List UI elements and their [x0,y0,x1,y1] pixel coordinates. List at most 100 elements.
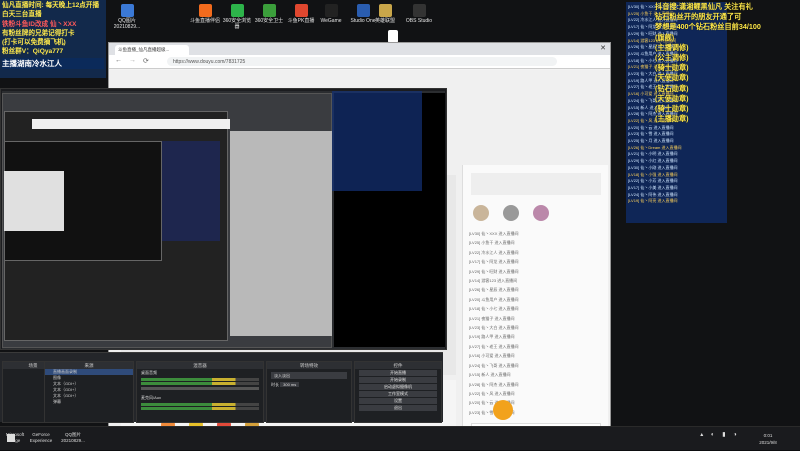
dock-title: 来源 [45,362,133,369]
info-line: 铁粉斗鱼ID改成 仙丶XXX [2,20,77,28]
control-button[interactable]: 开始录制 [359,377,437,383]
duration-label: 时长 [271,382,279,387]
taskbar-qq-image[interactable]: QQ图片 20210829... [56,427,90,451]
page-chat-message: [LV22] 冷水江人 进入直播间 [469,249,519,255]
danmaku-message: [LV30] 仙丶小刚 进入直播间 [628,164,678,170]
app-icon [120,4,134,17]
desktop-shortcut[interactable]: 360安全卫士 [254,4,284,24]
announcement-line: (天使勋章) [655,73,689,83]
audio-meter [141,382,259,385]
avatar [473,205,489,221]
announcement-line: (旗舰) [655,32,675,42]
app-icon [230,4,244,17]
announcement-line: 钻石粉丝开的朋友开通了可 [655,12,742,22]
page-chat-message: [LV16] 小可爱 进入直播间 [469,353,515,359]
control-button[interactable]: 设置 [359,398,437,404]
taskbar-edge[interactable]: Microsoft Edge [2,427,28,451]
shortcut-label: 斗鱼PK直播 [287,18,315,24]
transitions-dock: 转场特效 淡入淡出 时长 300 ms [266,361,352,423]
nested-browser [32,119,230,129]
announcement-line: 抖音搜:潇湘鲤黑仙凡 关注有礼 [655,2,753,11]
taskbar-geforce[interactable]: GeForce Experience [28,427,54,451]
stream-info-lines: 仙凡直播时间: 每天晚上12点开播 白天三台直播 铁粉斗鱼ID改成 仙丶XXX 有粉丝… [2,1,104,57]
control-button[interactable]: 工作室模式 [359,391,437,397]
browser-tab[interactable]: 斗鱼直播_仙凡直播超级... [115,45,189,55]
page-chat-message: [LV24] 仙丶飞哥 进入直播间 [469,362,519,368]
desktop-shortcut[interactable]: 斗鱼直播伴侣 [190,4,220,24]
obs-preview [2,91,445,349]
app-icon [412,4,426,17]
window-close-button[interactable]: ✕ [600,44,606,52]
announcement-line: (钻石勋章) [655,83,689,93]
tray-icons[interactable]: ▴ ◐ ▮ ◑ [700,427,740,451]
shortcut-label: WeGame [320,18,342,24]
tab-bar: 斗鱼直播_仙凡直播超级... ✕ [109,43,610,55]
danmaku-message: [LV25] 仙丶月 进入直播间 [628,138,674,144]
shortcut-label: 英雄联盟 [374,18,395,24]
dock-title: 控件 [355,362,441,369]
clock-time: 0:01 [763,433,773,438]
page-chat-message: [LV22] 仙丶风 进入直播间 [469,390,515,396]
clock[interactable]: 0:01 2021/9/8 [748,427,788,451]
app-icon [378,4,392,17]
announcement-line: (天使勋章) [655,93,689,103]
info-line: (打卡可以免费摘飞机) [2,39,66,47]
announcement-line: (公主调修) [655,53,689,63]
sources-dock: 来源 直播画面录制 图像 文本（GDI+） 文本（GDI+） 文本（GDI+） 弹幕 [44,361,134,423]
app-icon [262,4,276,17]
app-icon [294,4,308,17]
address-bar[interactable]: https://www.douyu.com/7831725 [167,57,557,66]
page-chat-message: [LV27] 仙丶老王 进入直播间 [469,343,519,349]
reload-button[interactable]: ⟳ [143,57,149,65]
control-button[interactable]: 开始直播 [359,370,437,376]
page-chat-message: [LV29] 仙丶旺财 进入直播间 [469,268,519,274]
page-chat-panel: [LV30] 仙丶XXX 进入直播间 [LV25] 小鱼干 进入直播间 [LV22]… [462,165,608,440]
lottery-icon[interactable] [493,400,513,420]
controls-dock: 控件 开始直播 开始录制 启动虚拟摄像机 工作室模式 设置 退出 [354,361,442,423]
desktop-shortcut[interactable]: OBS Studio [404,4,434,24]
announcement-line: (骑士勋章) [655,104,689,114]
page-chat-message: [LV19] 路人甲 进入直播间 [469,334,515,340]
desktop-shortcut[interactable]: 英雄联盟 [370,4,400,24]
audio-meter [141,407,259,410]
page-chat-message: [LV17] 仙丶阿龙 进入直播间 [469,259,519,265]
obs-preview-window [0,88,447,350]
shortcut-label: QQ图片 20210829... [113,18,141,30]
dock-title: 转场特效 [267,362,351,369]
page-chat-message: [LV15] 新人 进入直播间 [469,372,511,378]
announcement-overlay: 抖音搜:潇湘鲤黑仙凡 关注有礼 钻石粉丝开的朋友开通了可 梦想是400个钻石粉丝目前… [655,2,795,124]
mixer-dock: 混音器 桌面音频 麦克风/Aux [136,361,264,423]
avatar [533,205,549,221]
controls-list: 开始直播 开始录制 启动虚拟摄像机 工作室模式 设置 退出 [355,370,441,411]
dock-title: 混音器 [137,362,263,369]
desktop-shortcut[interactable]: QQ图片 20210829... [112,4,142,30]
shortcut-label: 斗鱼直播伴侣 [190,18,221,24]
clock-date: 2021/9/8 [759,440,777,445]
source-item[interactable]: 弹幕 [45,399,133,405]
control-button[interactable]: 退出 [359,405,437,411]
back-button[interactable]: ← [115,57,122,64]
sources-list: 直播画面录制 图像 文本（GDI+） 文本（GDI+） 文本（GDI+） 弹幕 [45,369,133,405]
app-icon [324,4,338,17]
shortcut-label: 360安全卫士 [254,18,284,24]
browser-tab-title: 斗鱼直播_仙凡直播超级... [118,47,170,52]
danmaku-message: [LV19] 仙丶阿亮 进入直播间 [628,198,678,204]
desktop-shortcut[interactable]: WeGame [316,4,346,24]
announcement-line: (主播勋章) [655,114,689,124]
transition-select[interactable]: 淡入淡出 [271,372,347,379]
page-chat-message: [LV30] 仙丶XXX 进入直播间 [469,231,519,236]
duration-input[interactable]: 300 ms [280,382,300,387]
forward-button[interactable]: → [129,57,136,64]
streamer-title: 主播湖南冷水江人 [2,57,104,69]
desktop-shortcut[interactable]: 360安全浏览器 [222,4,252,30]
volume-slider[interactable] [141,387,259,390]
control-button[interactable]: 启动虚拟摄像机 [359,384,437,390]
announcement-line: (骑士勋章) [655,63,689,73]
nested-page [230,131,332,336]
app-icon [198,4,212,17]
avatar [503,205,519,221]
info-line: 粉丝群V：QiQya777 [2,48,64,56]
desktop-shortcut[interactable]: 斗鱼PK直播 [286,4,316,24]
page-chat-message: [LV25] 小鱼干 进入直播间 [469,240,515,246]
obs-docks: 场景 来源 直播画面录制 图像 文本（GDI+） 文本（GDI+） 文本（GDI+） 弹幕… [0,352,443,423]
